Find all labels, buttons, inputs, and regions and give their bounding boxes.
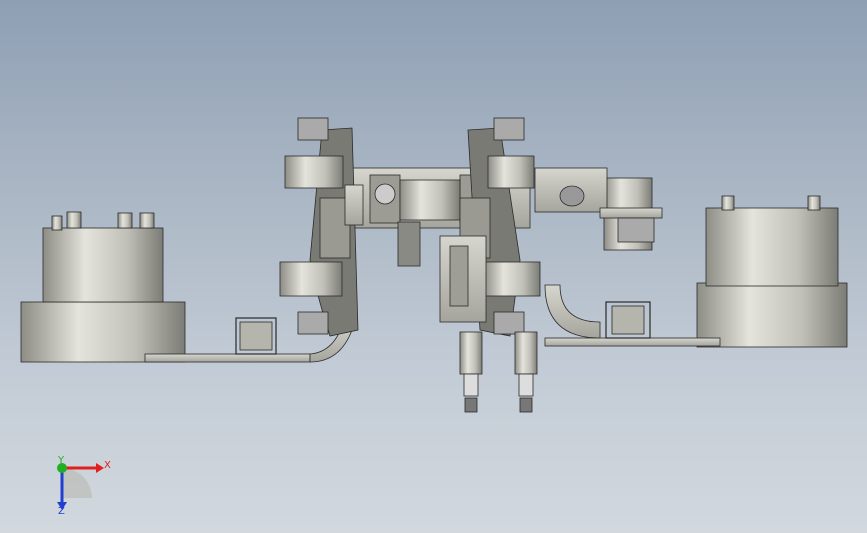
axis-triad: X Y Z [57,455,111,517]
right-rotary-unit[interactable] [534,167,663,251]
cad-viewport[interactable]: X Y Z [0,0,867,533]
right-feeder-base [696,282,848,348]
left-bowl-feeder[interactable] [20,211,186,363]
assembly-drawing[interactable]: X Y Z [0,0,867,533]
right-feed-track[interactable] [544,284,721,347]
left-feeder-base [20,301,186,363]
left-clamp-arm[interactable] [279,117,364,337]
left-feeder-bowl [42,227,164,303]
z-axis-label: Z [58,506,65,517]
right-bowl-feeder[interactable] [696,195,848,348]
right-feeder-bowl [705,207,839,287]
y-axis-label: Y [57,455,65,466]
x-axis-label: X [104,460,111,471]
